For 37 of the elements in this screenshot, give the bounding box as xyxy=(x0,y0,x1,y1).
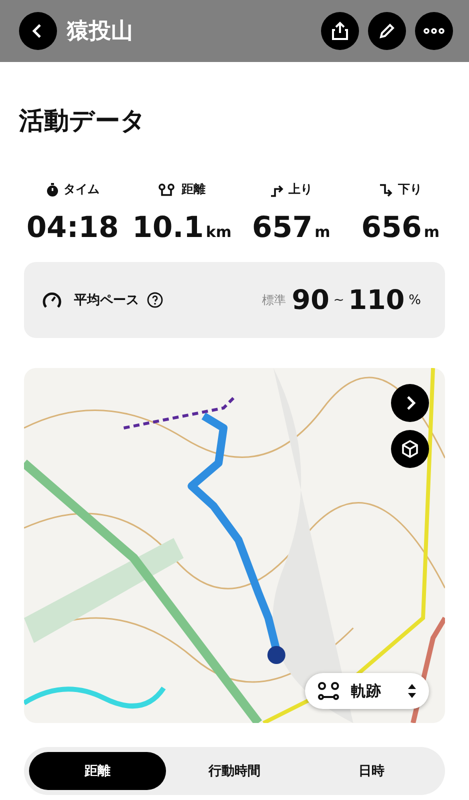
pencil-icon xyxy=(378,22,396,40)
route-icon xyxy=(317,681,341,701)
stopwatch-icon xyxy=(46,182,59,196)
help-icon[interactable] xyxy=(147,292,163,308)
route-pins-icon xyxy=(158,182,176,196)
chevron-right-icon xyxy=(404,395,416,411)
pace-grade: 標準 xyxy=(262,292,286,308)
descent-icon xyxy=(378,182,393,196)
cube-icon xyxy=(400,439,420,459)
tab[interactable]: 距離 xyxy=(29,752,166,790)
share-icon xyxy=(331,21,349,41)
pace-unit: % xyxy=(408,292,421,308)
stat-label: 距離 xyxy=(181,181,206,198)
more-icon xyxy=(423,28,445,34)
stat-label: 下り xyxy=(398,181,422,198)
section-title: 活動データ xyxy=(19,105,147,137)
page-title: 猿投山 xyxy=(67,18,134,46)
more-button[interactable] xyxy=(415,12,453,50)
tab[interactable]: 日時 xyxy=(303,752,440,790)
stat-value: 04:18 xyxy=(26,210,119,244)
pace-separator: ~ xyxy=(333,292,344,308)
tab[interactable]: 行動時間 xyxy=(166,752,303,790)
stat-value: 656 m xyxy=(361,210,440,244)
sort-icon xyxy=(407,683,417,699)
speedometer-icon xyxy=(42,291,62,309)
pace-label: 平均ペース xyxy=(74,292,139,309)
layer-selector[interactable]: 軌跡 xyxy=(305,673,429,709)
edit-button[interactable] xyxy=(368,12,406,50)
stat-label: 上り xyxy=(288,181,313,198)
pace-high: 110 xyxy=(348,284,405,316)
stat-value: 10.1 km xyxy=(132,210,232,244)
pace-low: 90 xyxy=(292,284,330,316)
stat-label: タイム xyxy=(64,181,100,198)
share-button[interactable] xyxy=(321,12,359,50)
stat-value: 657 m xyxy=(252,210,330,244)
ascent-icon xyxy=(270,182,284,196)
back-button[interactable] xyxy=(19,12,57,50)
